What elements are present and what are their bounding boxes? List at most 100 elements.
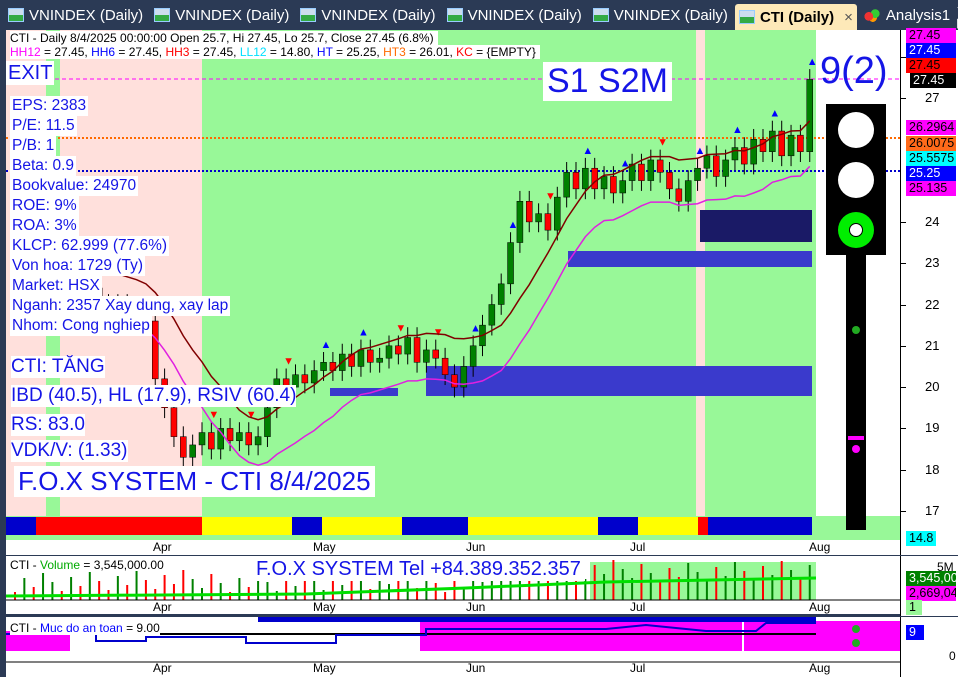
fundamental-0: EPS: 2383 (10, 96, 89, 116)
volume-title-name: Volume (40, 558, 81, 572)
volume-bar (612, 560, 615, 600)
signal-strip (598, 517, 638, 535)
chart-icon (8, 8, 24, 22)
traffic-light (826, 104, 886, 255)
candle-body (310, 370, 318, 384)
candle-body (357, 349, 365, 367)
indicator-value: = {EMPTY} (472, 45, 536, 59)
candle-body (600, 176, 608, 190)
price-label: 27.45 (906, 58, 956, 73)
month-label: Jun (466, 661, 486, 675)
ibd-hl-rsiv: IBD (40.5), HL (17.9), RSIV (60.4) (11, 385, 297, 407)
indicator-line: HH12 = 27.45, HH6 = 27.45, HH3 = 27.45, … (10, 45, 540, 59)
candle-body (647, 159, 655, 181)
close-tab-icon[interactable]: × (844, 9, 853, 26)
price-tick: 23 (925, 255, 940, 271)
tick-mark (901, 511, 906, 512)
tab-label: VNINDEX (Daily) (29, 6, 144, 24)
volume-bar (126, 585, 129, 600)
indicator-name: LL12 (239, 45, 267, 59)
green-dot-icon (852, 326, 860, 334)
volume-label: 3,545,000 (906, 571, 956, 586)
candle (778, 120, 785, 167)
volume-bar (172, 584, 175, 600)
price-chart-pane[interactable]: ▲▼▼▲▼▼▼▼▲▲▼▼▲▲▼▲▲▼▲▲▲▲ (6, 30, 900, 540)
tab-5[interactable]: CTI (Daily) × (734, 4, 857, 30)
safety-zone (702, 621, 742, 651)
candle (731, 137, 739, 171)
volume-bar (191, 579, 194, 600)
volume-bar (434, 583, 437, 600)
fundamental-6: ROA: 3% (10, 216, 79, 236)
candle (413, 327, 421, 373)
fundamental-3: Beta: 0.9 (10, 156, 77, 176)
candle (591, 157, 598, 200)
month-label: May (313, 600, 336, 614)
safety-title-name: Muc do an toan (40, 621, 123, 635)
indicator-name: HT3 (383, 45, 406, 59)
candle (497, 273, 505, 315)
volume-bar (668, 568, 671, 600)
candle (254, 426, 262, 456)
candle-body (526, 201, 533, 223)
month-label: Aug (809, 600, 831, 614)
low-label: 14.8 (906, 531, 936, 546)
candle-body (750, 139, 757, 165)
magenta-marker-icon (848, 436, 864, 440)
tel-banner: F.O.X SYSTEM Tel +84.389.352.357 (252, 558, 585, 581)
safety-dot (852, 625, 860, 633)
volume-bar (705, 581, 708, 600)
candle-body (731, 147, 739, 161)
light-green-icon (838, 212, 874, 248)
tab-4[interactable]: VNINDEX (Daily) (589, 1, 732, 29)
price-label: 27.45 (910, 73, 956, 88)
volume-bar (621, 569, 624, 600)
support-zone (330, 388, 398, 396)
safety-label: 9 (906, 625, 924, 640)
tab-0[interactable]: VNINDEX (Daily) (4, 1, 147, 29)
tab-2[interactable]: VNINDEX (Daily) (296, 1, 439, 29)
candle (245, 422, 252, 456)
fundamental-8: Von hoa: 1729 (Ty) (10, 256, 145, 276)
candle (572, 162, 580, 200)
signal-strip (402, 517, 468, 535)
candle-body (367, 349, 374, 363)
tab-1[interactable]: VNINDEX (Daily) (150, 1, 293, 29)
price-axis[interactable]: 28272423222120191817 (900, 30, 958, 555)
candle-body (638, 163, 645, 181)
price-tick: 20 (925, 379, 940, 395)
price-tick: 21 (925, 337, 940, 353)
candle (208, 422, 215, 460)
volume-bar (537, 580, 540, 600)
candle (582, 157, 589, 200)
candle (507, 232, 514, 295)
tick-mark (901, 387, 906, 389)
fundamental-5: ROE: 9% (10, 196, 79, 216)
fundamental-9: Market: HSX (10, 276, 102, 296)
pink-stripe (696, 30, 705, 516)
signal-pole (846, 255, 866, 530)
tab-bar: VNINDEX (Daily) VNINDEX (Daily) VNINDEX (D… (0, 0, 958, 46)
tab-6[interactable]: Analysis1 (860, 1, 954, 29)
indicator-value: = 27.45, (115, 45, 166, 59)
vdk-value: VDK/V: (1.33) (11, 440, 128, 462)
volume-bar (79, 586, 82, 600)
volume-bar (313, 581, 316, 600)
volume-count-label: 1 (906, 600, 922, 615)
price-chart-canvas: ▲▼▼▲▼▼▼▼▲▲▼▼▲▲▼▲▲▼▲▲▲▲ (6, 30, 900, 535)
candle-body (236, 432, 243, 442)
candle (619, 170, 626, 204)
support-zone (568, 251, 812, 267)
candle-body (226, 428, 234, 442)
tab-label: Analysis1 (885, 6, 951, 24)
tab-3[interactable]: VNINDEX (Daily) (443, 1, 586, 29)
magenta-dot-icon (852, 445, 860, 453)
price-tick: 19 (925, 420, 940, 436)
volume-bar (762, 566, 764, 600)
signal-strip (6, 517, 36, 535)
month-label: Jun (466, 540, 486, 554)
candle (376, 347, 383, 373)
down-arrow-icon: ▼ (657, 137, 668, 149)
safety-strip (258, 617, 816, 622)
month-label: May (313, 540, 336, 554)
